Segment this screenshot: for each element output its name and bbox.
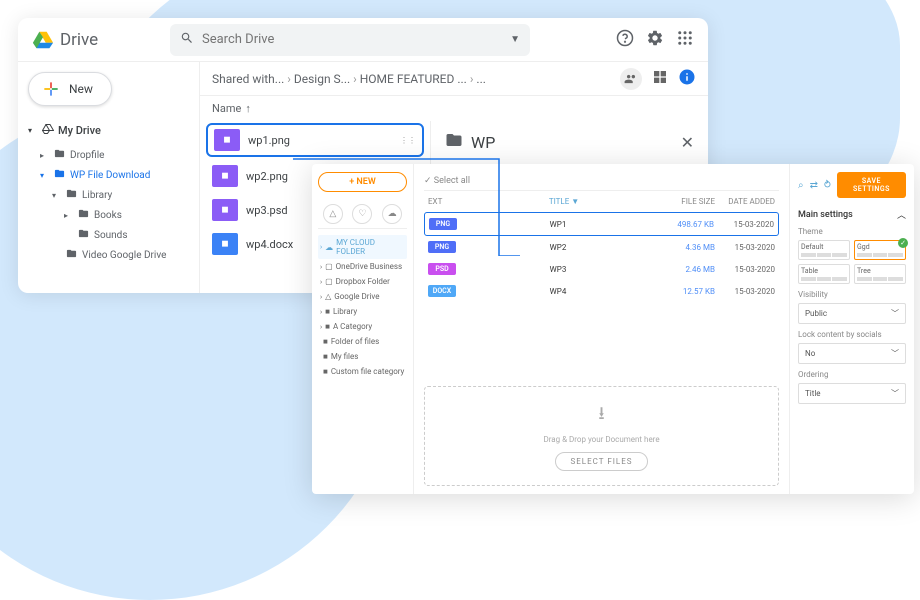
- wp-file-area: ✓ Select all EXT TITLE ▼ FILE SIZE DATE …: [414, 164, 789, 494]
- breadcrumb-item[interactable]: HOME FEATURED ...: [360, 72, 467, 86]
- wp-tree-item[interactable]: ›▢OneDrive Business: [318, 259, 407, 274]
- lock-select[interactable]: No﹀: [798, 343, 906, 364]
- wp-new-button[interactable]: + NEW: [318, 172, 407, 192]
- column-header[interactable]: Name ↑: [200, 96, 708, 121]
- theme-label: Theme: [798, 227, 906, 236]
- breadcrumb-item[interactable]: Design S...: [294, 72, 350, 86]
- drive-header-icons: [616, 29, 694, 51]
- help-icon[interactable]: [616, 29, 634, 51]
- wp-file-row[interactable]: PSDWP32.46 MB15-03-2020: [424, 258, 779, 280]
- gear-icon[interactable]: [646, 29, 664, 51]
- wp-tree-item[interactable]: ›■Library: [318, 304, 407, 319]
- drive-header: Drive ▼: [18, 18, 708, 62]
- wp-table-header: EXT TITLE ▼ FILE SIZE DATE ADDED: [424, 191, 779, 212]
- search-icon[interactable]: ⌕: [798, 180, 804, 191]
- chevron-down-icon: ﹀: [891, 308, 899, 319]
- select-files-button[interactable]: SELECT FILES: [555, 452, 647, 471]
- theme-option[interactable]: Tree: [854, 264, 906, 284]
- chevron-down-icon: ﹀: [891, 348, 899, 359]
- chevron-up-icon: ︿: [897, 208, 906, 221]
- wp-file-row[interactable]: DOCXWP412.57 KB15-03-2020: [424, 280, 779, 302]
- theme-option[interactable]: Ggd: [854, 240, 906, 260]
- theme-option[interactable]: Table: [798, 264, 850, 284]
- drive-logo-icon: [32, 29, 54, 51]
- drive-brand-text: Drive: [60, 30, 98, 50]
- drive-icon: [42, 123, 54, 138]
- wp-tree-item[interactable]: ■Folder of files: [318, 334, 407, 349]
- drive-sidebar: New ▾ My Drive ▸Dropfile▾WP File Downloa…: [18, 62, 200, 293]
- tag-icon[interactable]: ♡: [352, 204, 372, 224]
- drive-tree-root[interactable]: ▾ My Drive: [28, 120, 189, 141]
- sort-icon[interactable]: ⥁: [824, 180, 831, 191]
- tree-item[interactable]: Sounds: [28, 225, 189, 245]
- visibility-select[interactable]: Public﹀: [798, 303, 906, 324]
- grid-icon[interactable]: [652, 69, 668, 88]
- sort-arrow-icon: ↑: [245, 102, 251, 115]
- breadcrumb: Shared with... › Design S... › HOME FEAT…: [200, 62, 708, 96]
- info-icon[interactable]: [678, 68, 696, 89]
- tree-item[interactable]: ▾WP File Download: [28, 165, 189, 185]
- wp-file-row[interactable]: PNGWP24.36 MB15-03-2020: [424, 236, 779, 258]
- ordering-select[interactable]: Title﹀: [798, 383, 906, 404]
- drive-new-label: New: [69, 82, 93, 96]
- chevron-down-icon: ▾: [28, 126, 38, 135]
- wp-tree-item[interactable]: ■My files: [318, 349, 407, 364]
- theme-option[interactable]: Default: [798, 240, 850, 260]
- select-all-button[interactable]: ✓ Select all: [424, 172, 779, 191]
- plus-icon: [41, 79, 61, 99]
- tree-item[interactable]: ▸Books: [28, 205, 189, 225]
- wp-file-download-panel: + NEW △ ♡ ☁ ›☁MY CLOUD FOLDER›▢OneDrive …: [312, 164, 914, 494]
- shared-icon: ⋮⋮: [400, 136, 416, 145]
- chevron-down-icon: ﹀: [891, 388, 899, 399]
- breadcrumb-item[interactable]: Shared with...: [212, 72, 284, 86]
- tree-item[interactable]: ▸Dropfile: [28, 145, 189, 165]
- drive-logo: Drive: [32, 29, 162, 51]
- main-settings-header[interactable]: Main settings ︿: [798, 208, 906, 221]
- drive-search-bar[interactable]: ▼: [170, 24, 530, 56]
- drive-search-input[interactable]: [202, 32, 510, 47]
- lock-label: Lock content by socials: [798, 330, 906, 339]
- cloud-icon[interactable]: ☁: [382, 204, 402, 224]
- folder-icon: [445, 131, 463, 153]
- close-icon[interactable]: ✕: [681, 133, 694, 152]
- save-settings-button[interactable]: SAVE SETTINGS: [837, 172, 906, 198]
- filter-icon[interactable]: ⇄: [810, 180, 818, 191]
- wp-tree-item[interactable]: ›▢Dropbox Folder: [318, 274, 407, 289]
- wp-settings-panel: ⌕ ⇄ ⥁ SAVE SETTINGS Main settings ︿ Them…: [789, 164, 914, 494]
- wp-drop-zone[interactable]: ⭳ Drag & Drop your Document here SELECT …: [424, 386, 779, 486]
- breadcrumb-item[interactable]: ...: [476, 72, 486, 86]
- wp-tree-item[interactable]: ›■A Category: [318, 319, 407, 334]
- wp-tree-item[interactable]: ›△Google Drive: [318, 289, 407, 304]
- search-icon: [180, 30, 194, 49]
- wp-tree-item[interactable]: ■Custom file category: [318, 364, 407, 379]
- wp-file-row[interactable]: PNGWP1498.67 KB15-03-2020: [424, 212, 779, 236]
- people-icon[interactable]: [620, 68, 642, 90]
- user-icon[interactable]: △: [323, 204, 343, 224]
- drive-new-button[interactable]: New: [28, 72, 112, 106]
- download-icon: ⭳: [439, 401, 764, 431]
- file-row[interactable]: ◼wp1.png⋮⋮: [206, 123, 424, 157]
- ordering-label: Ordering: [798, 370, 906, 379]
- chevron-down-icon[interactable]: ▼: [510, 34, 520, 45]
- detail-title: WP: [471, 133, 673, 152]
- visibility-label: Visibility: [798, 290, 906, 299]
- tree-item[interactable]: ▾Library: [28, 185, 189, 205]
- apps-icon[interactable]: [676, 29, 694, 51]
- tree-item[interactable]: Video Google Drive: [28, 245, 189, 265]
- wp-sidebar: + NEW △ ♡ ☁ ›☁MY CLOUD FOLDER›▢OneDrive …: [312, 164, 414, 494]
- wp-tree-item[interactable]: ›☁MY CLOUD FOLDER: [318, 235, 407, 259]
